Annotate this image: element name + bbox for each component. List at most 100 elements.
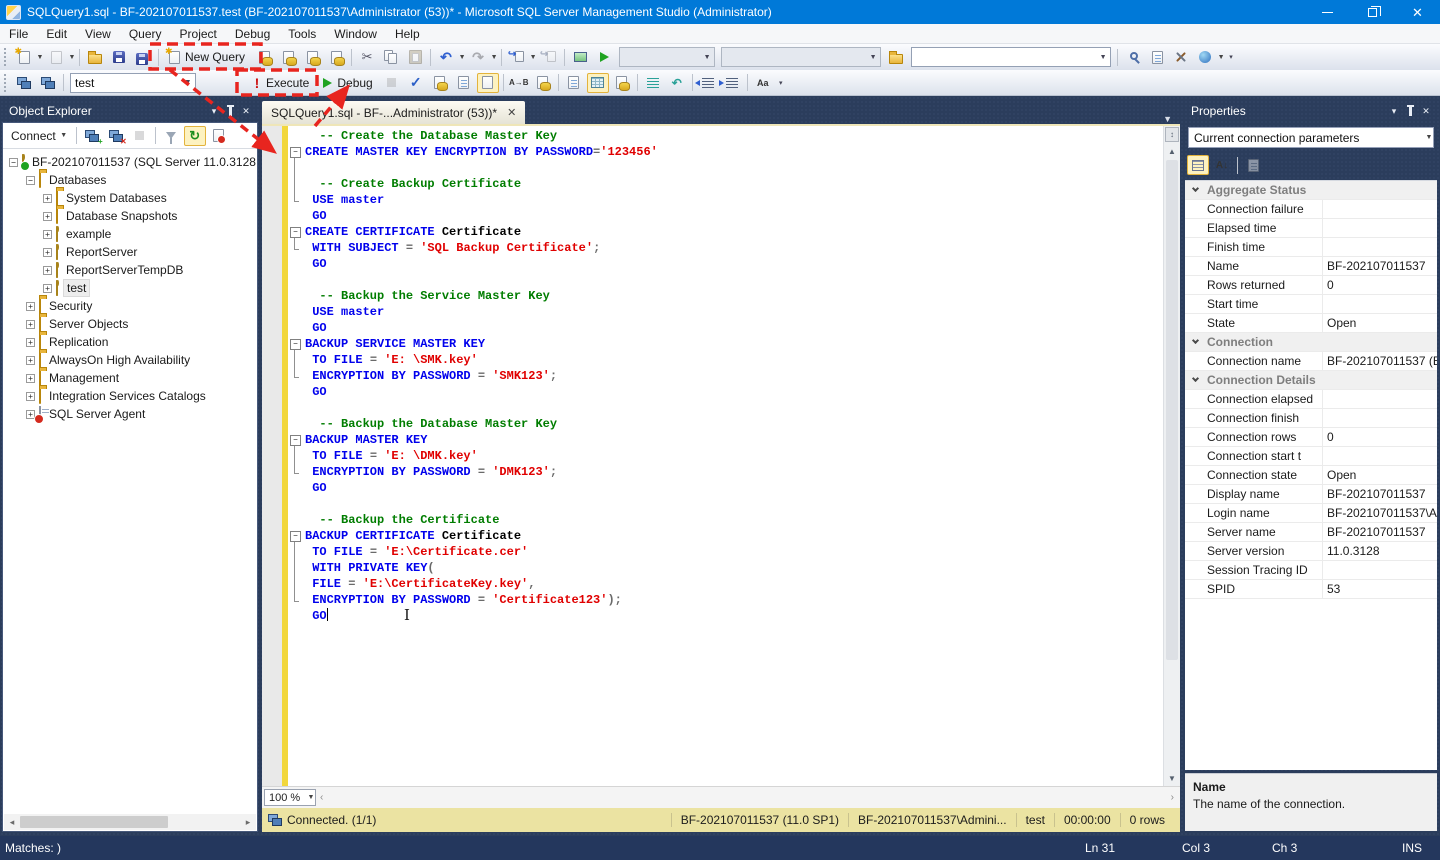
chevron-down-icon[interactable]: ▼ (68, 54, 76, 61)
connect-object-explorer-icon[interactable]: + (81, 126, 103, 146)
code-line-1[interactable]: -- Create the Database Master Key (289, 128, 1162, 144)
tree-item-system-databases[interactable]: + System Databases (3, 189, 257, 207)
increase-indent-icon[interactable] (718, 73, 743, 93)
open-file-icon[interactable] (84, 47, 106, 67)
tree-item-example[interactable]: + example (3, 225, 257, 243)
find-combo[interactable]: ▼ (911, 47, 1112, 67)
decrease-indent-icon[interactable] (694, 73, 719, 93)
property-row-connection-finish[interactable]: Connection finish (1185, 409, 1437, 428)
object-search-icon[interactable] (1122, 47, 1144, 67)
menu-tools[interactable]: Tools (279, 24, 325, 44)
property-row-start-time[interactable]: Start time (1185, 295, 1437, 314)
property-value[interactable] (1323, 200, 1437, 218)
expand-icon[interactable]: + (43, 283, 52, 293)
minimize-button[interactable] (1305, 0, 1350, 24)
template-explorer-icon[interactable] (885, 47, 907, 67)
parse-icon[interactable]: ✓ (405, 73, 427, 93)
actual-plan-icon[interactable] (532, 73, 554, 93)
toolbar-overflow-icon[interactable]: ▾ (1225, 53, 1237, 61)
hscroll-thumb[interactable] (20, 816, 168, 828)
tree-item-database-snapshots[interactable]: + Database Snapshots (3, 207, 257, 225)
property-category-connection-details[interactable]: Connection Details (1185, 371, 1437, 390)
code-line-24[interactable] (289, 496, 1162, 512)
property-row-rows-returned[interactable]: Rows returned 0 (1185, 276, 1437, 295)
close-panel-icon[interactable]: ✕ (1418, 103, 1434, 119)
menu-debug[interactable]: Debug (226, 24, 279, 44)
code-line-3[interactable] (289, 160, 1162, 176)
property-value[interactable]: BF-202107011537 (1323, 257, 1437, 275)
code-line-13[interactable]: GO (289, 320, 1162, 336)
new-project-icon[interactable] (13, 46, 35, 67)
code-line-17[interactable]: GO (289, 384, 1162, 400)
code-line-27[interactable]: TO FILE = 'E:\Certificate.cer' (289, 544, 1162, 560)
expand-icon[interactable]: + (26, 355, 35, 365)
property-value[interactable]: BF-202107011537 (BF-20 (1323, 352, 1437, 370)
collapse-chevron-icon[interactable] (1185, 374, 1205, 383)
menu-project[interactable]: Project (171, 24, 226, 44)
window-position-icon[interactable]: ▾ (1386, 103, 1402, 119)
menu-edit[interactable]: Edit (37, 24, 76, 44)
expand-icon[interactable]: + (43, 211, 52, 221)
property-row-connection-name[interactable]: Connection nameBF-202107011537 (BF-20 (1185, 352, 1437, 371)
code-line-26[interactable]: BACKUP CERTIFICATE Certificate (289, 528, 1162, 545)
code-line-31[interactable]: GO (289, 608, 1162, 624)
code-line-5[interactable]: USE master (289, 192, 1162, 208)
menu-view[interactable]: View (76, 24, 120, 44)
property-value[interactable]: 53 (1323, 580, 1437, 598)
tree-item-reportservertempdb[interactable]: + ReportServerTempDB (3, 261, 257, 279)
tools-icon[interactable] (1170, 47, 1192, 67)
new-query-button[interactable]: New Query (162, 46, 252, 68)
property-value[interactable]: BF-202107011537 (1323, 485, 1437, 503)
code-line-4[interactable]: -- Create Backup Certificate (289, 176, 1162, 192)
property-row-finish-time[interactable]: Finish time (1185, 238, 1437, 257)
alphabetical-icon[interactable]: A↓ (1211, 155, 1233, 175)
code-line-25[interactable]: -- Backup the Certificate (289, 512, 1162, 528)
chevron-down-icon[interactable]: ▼ (458, 54, 466, 61)
expand-icon[interactable]: + (43, 229, 52, 239)
activity-monitor-icon[interactable] (569, 47, 591, 67)
auto-hide-pin-icon[interactable] (1402, 103, 1418, 119)
connect-icon[interactable]: + (13, 73, 35, 93)
property-value[interactable]: BF-202107011537\Admi (1323, 504, 1437, 522)
property-value[interactable] (1323, 219, 1437, 237)
property-row-state[interactable]: State Open (1185, 314, 1437, 333)
split-window-handle[interactable]: ↕ (1165, 127, 1179, 142)
property-category-connection[interactable]: Connection (1185, 333, 1437, 352)
tree-item-databases[interactable]: − Databases (3, 171, 257, 189)
tree-item-integration-services-catalogs[interactable]: + Integration Services Catalogs (3, 387, 257, 405)
change-connection-icon[interactable]: ✕ (37, 73, 59, 93)
expand-icon[interactable]: + (43, 247, 52, 257)
chevron-down-icon[interactable]: ▼ (36, 54, 44, 61)
property-row-connection-state[interactable]: Connection state Open (1185, 466, 1437, 485)
dmx-query-icon[interactable] (301, 47, 323, 67)
auto-hide-pin-icon[interactable] (222, 103, 238, 119)
save-icon[interactable] (108, 47, 130, 67)
property-value[interactable] (1323, 447, 1437, 465)
outline-collapse-icon[interactable] (289, 432, 305, 449)
property-value[interactable]: BF-202107011537 (1323, 523, 1437, 541)
outline-collapse-icon[interactable] (289, 224, 305, 241)
close-panel-icon[interactable]: ✕ (238, 103, 254, 119)
database-engine-query-icon[interactable] (253, 47, 275, 67)
code-line-23[interactable]: GO (289, 480, 1162, 496)
code-line-8[interactable]: WITH SUBJECT = 'SQL Backup Certificate'; (289, 240, 1162, 256)
mdx-query-icon[interactable] (277, 47, 299, 67)
tree-item-sql-server-agent[interactable]: + SQL Server Agent (3, 405, 257, 423)
chevron-down-icon[interactable]: ▼ (490, 54, 498, 61)
property-row-server-name[interactable]: Server name BF-202107011537 (1185, 523, 1437, 542)
property-row-name[interactable]: Name BF-202107011537 (1185, 257, 1437, 276)
outline-collapse-icon[interactable] (289, 336, 305, 353)
uncomment-icon[interactable]: ↶ (666, 73, 688, 93)
property-row-display-name[interactable]: Display name BF-202107011537 (1185, 485, 1437, 504)
available-databases-combo[interactable]: test ▼ (70, 72, 196, 93)
copy-icon[interactable] (380, 47, 402, 67)
close-button[interactable]: ✕ (1395, 0, 1440, 24)
property-row-connection-rows[interactable]: Connection rows 0 (1185, 428, 1437, 447)
navigate-backward-icon[interactable]: ↪ (506, 47, 528, 67)
collapse-icon[interactable]: − (26, 175, 35, 185)
intellisense-icon[interactable] (476, 72, 499, 93)
code-line-18[interactable] (289, 400, 1162, 416)
template-params-icon[interactable]: A→B (508, 73, 530, 93)
property-row-server-version[interactable]: Server version 11.0.3128 (1185, 542, 1437, 561)
execute-button[interactable]: ! Execute (246, 72, 316, 94)
